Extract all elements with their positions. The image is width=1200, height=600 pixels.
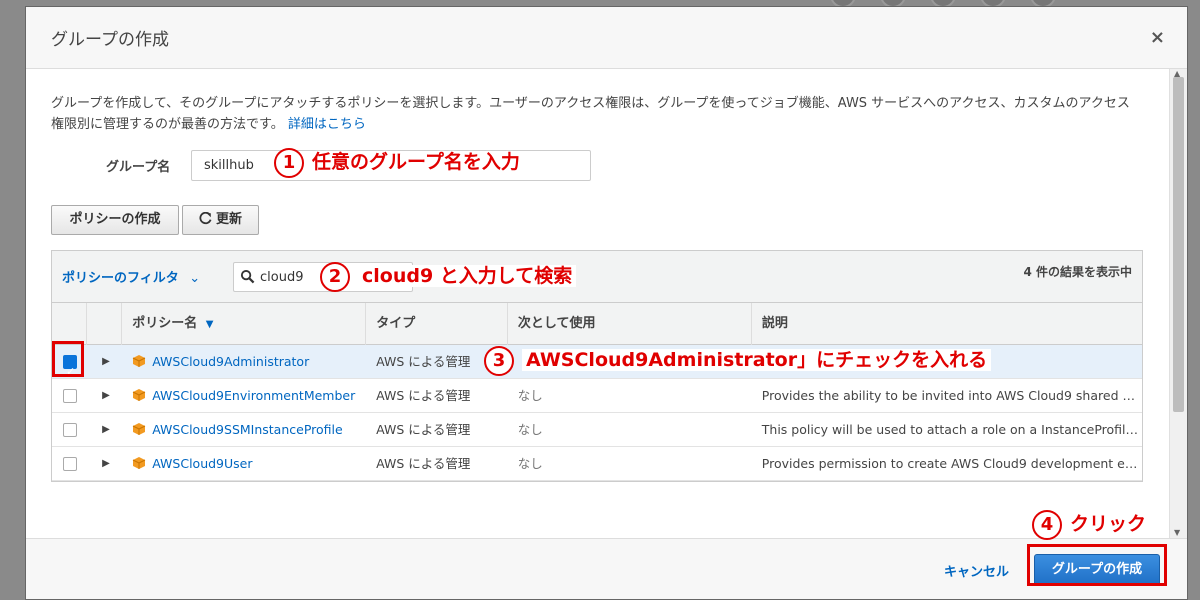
cancel-button[interactable]: キャンセル xyxy=(944,561,1009,580)
expand-cell: ▶ xyxy=(87,345,122,379)
create-policy-button[interactable]: ポリシーの作成 xyxy=(51,205,179,235)
row-checkbox-cell xyxy=(52,447,87,481)
learn-more-link[interactable]: 詳細はこちら xyxy=(288,117,366,132)
policy-used-as: なし xyxy=(517,388,543,403)
row-checkbox[interactable] xyxy=(63,389,77,403)
vertical-scrollbar[interactable]: ▲ ▼ xyxy=(1169,69,1187,539)
modal-header: グループの作成 × xyxy=(26,7,1187,69)
row-checkbox-cell xyxy=(52,379,87,413)
expand-caret-icon[interactable]: ▶ xyxy=(102,379,110,413)
policy-used-as: なし xyxy=(517,422,543,437)
header-description[interactable]: 説明 xyxy=(752,303,1142,345)
table-row[interactable]: ▶ AWSCloud9SSMInstanceProfile AWS による管理 … xyxy=(52,413,1142,447)
row-checkbox-cell xyxy=(52,413,87,447)
header-policy-name[interactable]: ポリシー名 ▼ xyxy=(122,303,367,345)
sort-down-icon: ▼ xyxy=(205,319,214,330)
annotation-step-1: 1 任意のグループ名を入力 xyxy=(274,147,520,178)
annotation-text: cloud9 と入力して検索 xyxy=(358,265,577,287)
step-number-badge: 4 xyxy=(1032,509,1062,540)
modal-title: グループの作成 xyxy=(51,30,169,50)
annotation-text: 任意のグループ名を入力 xyxy=(312,151,520,173)
policy-name-cell[interactable]: AWSCloud9Administrator xyxy=(122,345,366,379)
expand-caret-icon[interactable]: ▶ xyxy=(102,345,110,379)
annotation-text: AWSCloud9Administrator」にチェックを入れる xyxy=(522,349,992,371)
close-icon[interactable]: × xyxy=(1150,27,1165,48)
policy-cube-icon xyxy=(132,355,146,367)
create-button-highlight-frame xyxy=(1027,544,1167,586)
header-expand-cell xyxy=(87,303,123,345)
row-checkbox[interactable] xyxy=(63,457,77,471)
policy-name-link[interactable]: AWSCloud9Administrator xyxy=(152,354,309,369)
row-checkbox[interactable] xyxy=(63,423,77,437)
table-row[interactable]: ▶ AWSCloud9User AWS による管理 なし Provides pe… xyxy=(52,447,1142,481)
policy-name-cell[interactable]: AWSCloud9SSMInstanceProfile xyxy=(122,413,366,447)
policy-used-as: なし xyxy=(517,456,543,471)
policy-description: Provides the ability to be invited into … xyxy=(761,388,1142,403)
chevron-down-icon: ⌄ xyxy=(189,271,201,286)
expand-cell: ▶ xyxy=(87,413,122,447)
result-count: 4 件の結果を表示中 xyxy=(1023,265,1132,279)
annotation-text: クリック xyxy=(1070,513,1147,535)
policy-cube-icon xyxy=(132,389,146,401)
group-name-label: グループ名 xyxy=(106,160,171,175)
policy-cube-icon xyxy=(132,457,146,469)
policy-type: AWS による管理 xyxy=(376,456,471,471)
expand-cell: ▶ xyxy=(87,379,122,413)
refresh-icon xyxy=(199,211,212,225)
policy-type: AWS による管理 xyxy=(376,388,471,403)
header-checkbox-cell xyxy=(52,303,88,345)
policy-cube-icon xyxy=(132,423,146,435)
expand-caret-icon[interactable]: ▶ xyxy=(102,413,110,447)
policy-name-link[interactable]: AWSCloud9EnvironmentMember xyxy=(152,388,355,403)
step-number-badge: 3 xyxy=(484,345,514,376)
search-value: cloud9 xyxy=(260,270,304,285)
refresh-label: 更新 xyxy=(215,212,242,227)
description-text: グループを作成して、そのグループにアタッチするポリシーを選択します。ユーザーのア… xyxy=(51,96,1130,132)
policy-description: Provides permission to create AWS Cloud9… xyxy=(761,456,1142,471)
header-policy-name-label: ポリシー名 xyxy=(132,316,198,331)
header-used-as[interactable]: 次として使用 xyxy=(508,303,752,345)
expand-caret-icon[interactable]: ▶ xyxy=(102,447,110,481)
checkbox-highlight-frame xyxy=(52,341,84,377)
policy-description: This policy will be used to attach a rol… xyxy=(761,422,1142,437)
step-number-badge: 1 xyxy=(274,147,304,178)
description: グループを作成して、そのグループにアタッチするポリシーを選択します。ユーザーのア… xyxy=(51,93,1141,135)
policy-name-link[interactable]: AWSCloud9SSMInstanceProfile xyxy=(152,422,343,437)
policy-name-cell[interactable]: AWSCloud9User xyxy=(122,447,366,481)
table-row[interactable]: ▶ AWSCloud9EnvironmentMember AWS による管理 な… xyxy=(52,379,1142,413)
filter-bar: ポリシーのフィルタ ⌄ cloud9 4 件の結果を表示中 xyxy=(52,251,1142,303)
expand-cell: ▶ xyxy=(87,447,122,481)
modal-footer: キャンセル グループの作成 xyxy=(26,538,1187,599)
search-icon xyxy=(240,269,255,284)
policy-name-cell[interactable]: AWSCloud9EnvironmentMember xyxy=(122,379,366,413)
scroll-thumb[interactable] xyxy=(1173,77,1184,412)
annotation-step-3: 3 AWSCloud9Administrator」にチェックを入れる xyxy=(484,345,992,376)
policy-type: AWS による管理 xyxy=(376,422,471,437)
header-type[interactable]: タイプ xyxy=(366,303,508,345)
policy-name-link[interactable]: AWSCloud9User xyxy=(152,456,252,471)
scroll-down-icon[interactable]: ▼ xyxy=(1174,528,1180,537)
policy-filter-dropdown[interactable]: ポリシーのフィルタ ⌄ xyxy=(62,267,200,286)
step-number-badge: 2 xyxy=(320,261,350,292)
annotation-step-4: 4 クリック xyxy=(1032,509,1146,540)
create-group-modal: グループの作成 × ▲ ▼ グループを作成して、そのグループにアタッチするポリシ… xyxy=(25,6,1188,600)
table-header: ポリシー名 ▼ タイプ 次として使用 説明 xyxy=(52,303,1142,345)
refresh-button[interactable]: 更新 xyxy=(182,205,259,235)
policy-filter-label: ポリシーのフィルタ xyxy=(62,271,179,286)
annotation-step-2: 2 cloud9 と入力して検索 xyxy=(320,261,577,292)
